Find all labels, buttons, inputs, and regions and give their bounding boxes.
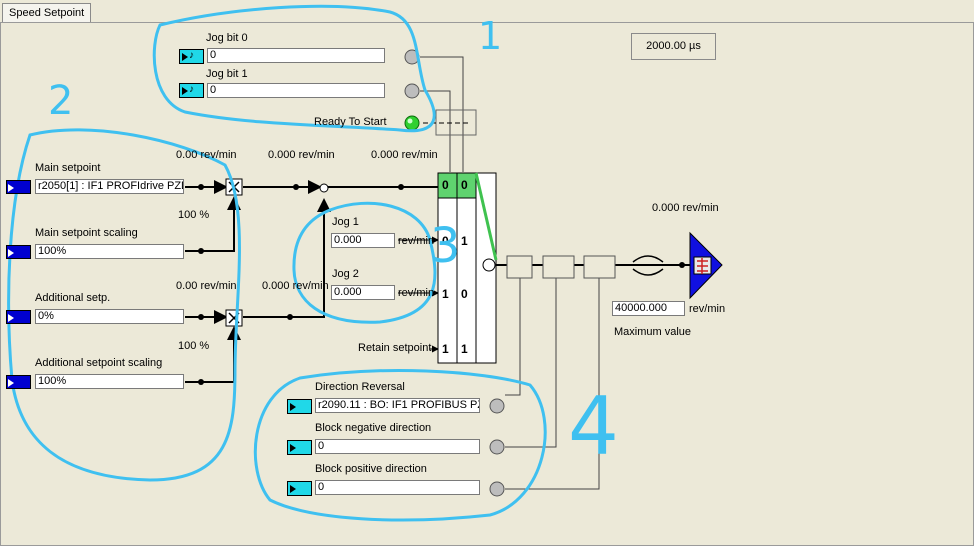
- additional-setp-connect-button[interactable]: [6, 310, 31, 324]
- jog-icon: ♪: [189, 50, 194, 61]
- block-negative-field[interactable]: 0: [315, 439, 480, 454]
- additional-setp-value: 0.00 rev/min: [176, 280, 237, 292]
- output-value: 0.000 rev/min: [652, 202, 719, 214]
- main-setpoint-connect-button[interactable]: [6, 180, 31, 194]
- additional-scaling-field[interactable]: 100%: [35, 374, 184, 389]
- ready-to-start-label: Ready To Start: [314, 116, 387, 128]
- signal-diagram: [7, 4, 723, 522]
- jog-icon: ♪: [189, 84, 194, 95]
- after-multiply-value: 0.000 rev/min: [268, 149, 335, 161]
- maximum-value-label: Maximum value: [614, 326, 692, 338]
- jog1-label: Jog 1: [332, 216, 359, 228]
- switch-cell: 1: [442, 287, 449, 301]
- main-setpoint-value: 0.00 rev/min: [176, 149, 237, 161]
- block-positive-connect-button[interactable]: [287, 481, 312, 496]
- additional-setp-field[interactable]: 0%: [35, 309, 184, 324]
- main-scaling-connect-button[interactable]: [6, 245, 31, 259]
- jog1-field[interactable]: 0.000: [331, 233, 395, 248]
- main-setpoint-field[interactable]: r2050[1] : IF1 PROFIdrive PZD: [35, 179, 184, 194]
- jog2-field[interactable]: 0.000: [331, 285, 395, 300]
- annotation-3: 3: [430, 218, 461, 274]
- block-positive-label: Block positive direction: [315, 463, 427, 475]
- main-setpoint-label: Main setpoint: [35, 162, 101, 174]
- additional-scaling-value: 100 %: [178, 340, 210, 352]
- after-add-value: 0.000 rev/min: [262, 280, 329, 292]
- block-negative-connect-button[interactable]: [287, 440, 312, 455]
- jog2-label: Jog 2: [332, 268, 359, 280]
- sample-time-display: 2000.00 µs: [631, 33, 716, 60]
- jog-bit1-field[interactable]: 0: [207, 83, 385, 98]
- switch-cell: 1: [461, 342, 468, 356]
- jog1-unit: rev/min: [398, 235, 435, 247]
- annotation-1: 1: [478, 14, 503, 58]
- additional-scaling-label: Additional setpoint scaling: [35, 357, 163, 369]
- direction-reversal-connect-button[interactable]: [287, 399, 312, 414]
- jog-bit0-connect-button[interactable]: ♪: [179, 49, 204, 64]
- jog-bit0-field[interactable]: 0: [207, 48, 385, 63]
- block-positive-field[interactable]: 0: [315, 480, 480, 495]
- maximum-unit: rev/min: [689, 303, 726, 315]
- switch-cell: 0: [461, 287, 468, 301]
- jog-bit1-label: Jog bit 1: [206, 68, 248, 80]
- switch-cell: 1: [442, 342, 449, 356]
- switch-cell: 1: [461, 234, 468, 248]
- annotation-2: 2: [48, 78, 74, 124]
- jog-bit1-connect-button[interactable]: ♪: [179, 83, 204, 98]
- direction-reversal-field[interactable]: r2090.11 : BO: IF1 PROFIBUS PZ: [315, 398, 480, 413]
- jog2-unit: rev/min: [398, 287, 435, 299]
- block-negative-label: Block negative direction: [315, 422, 432, 434]
- jog-bit0-label: Jog bit 0: [206, 32, 248, 44]
- switch-header-b: 0: [461, 178, 468, 192]
- main-scaling-field[interactable]: 100%: [35, 244, 184, 259]
- retain-setpoint-label: Retain setpoint: [358, 342, 432, 354]
- additional-scaling-connect-button[interactable]: [6, 375, 31, 389]
- additional-setp-label: Additional setp.: [35, 292, 111, 304]
- annotation-4: 4: [568, 380, 619, 473]
- main-scaling-value: 100 %: [178, 209, 210, 221]
- speed-setpoint-window: Speed Setpoint 2000.00 µs Jog bit 0 ♪ 0 …: [0, 0, 974, 546]
- main-scaling-label: Main setpoint scaling: [35, 227, 138, 239]
- switch-header-a: 0: [442, 178, 449, 192]
- direction-reversal-label: Direction Reversal: [315, 381, 405, 393]
- after-sum-value: 0.000 rev/min: [371, 149, 438, 161]
- maximum-value-field[interactable]: 40000.000: [612, 301, 685, 316]
